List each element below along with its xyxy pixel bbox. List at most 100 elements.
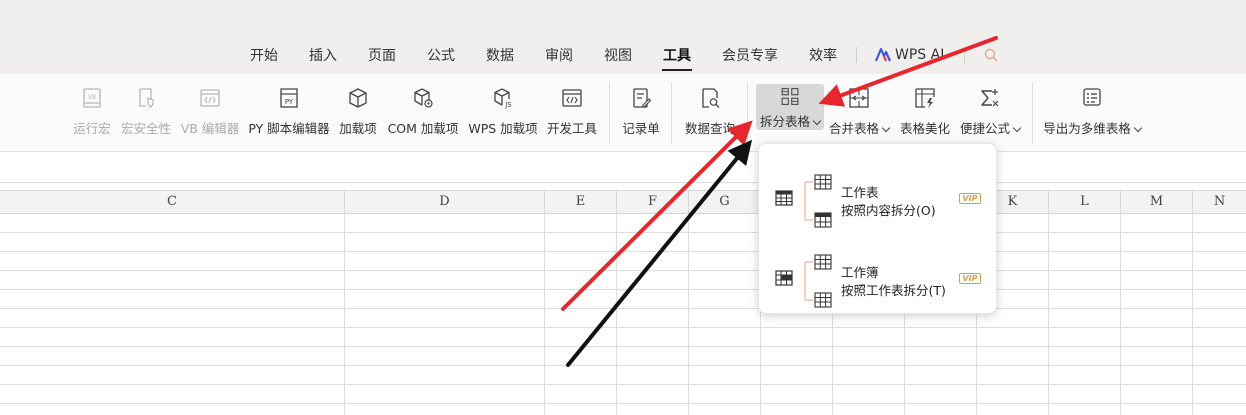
- com-addins-label: COM 加载项: [387, 121, 459, 136]
- py-editor-label: PY 脚本编辑器: [248, 121, 330, 136]
- chevron-down-icon: [1012, 123, 1022, 133]
- split-table-text: 拆分表格: [759, 114, 810, 129]
- record-form-label: 记录单: [622, 121, 660, 136]
- addins-button[interactable]: 加载项: [338, 84, 378, 146]
- menu-tabs: 开始 插入 页面 公式 数据 审阅 视图 工具 会员专享 效率 WPS AI: [250, 40, 999, 71]
- grid-line: [616, 214, 617, 415]
- record-form-button[interactable]: 记录单: [620, 84, 662, 146]
- split-by-sheet-item[interactable]: 工作簿 按照工作表拆分(T) VIP: [759, 234, 998, 308]
- tab-divider: [856, 47, 857, 63]
- split-sheet-icon: [804, 174, 832, 228]
- js-cube-icon: JS: [494, 88, 512, 109]
- chevron-down-icon: [812, 116, 822, 126]
- vip-badge: VIP: [959, 273, 981, 284]
- run-macro-label: 运行宏: [73, 121, 111, 136]
- tools-ribbon: VB 运行宏 宏安全性 VB 编辑器 PY PY 脚本编辑器 加载项 COM 加…: [0, 74, 1246, 152]
- formula-bar[interactable]: [0, 153, 1246, 183]
- grid-line: [344, 214, 345, 415]
- column-header-n[interactable]: N: [1193, 191, 1246, 213]
- title-area: 开始 插入 页面 公式 数据 审阅 视图 工具 会员专享 效率 WPS AI: [0, 0, 1246, 74]
- merge-table-label: 合并表格: [829, 118, 891, 137]
- data-query-label: 数据查询: [684, 121, 735, 136]
- split-workbook-icon: [804, 254, 832, 308]
- column-header-d[interactable]: D: [345, 191, 545, 213]
- ribbon-separator-3: [747, 82, 748, 144]
- vb-editor-label: VB 编辑器: [180, 121, 240, 136]
- tab-formula[interactable]: 公式: [427, 45, 455, 65]
- macro-security-label: 宏安全性: [121, 121, 172, 136]
- column-header-f[interactable]: F: [617, 191, 689, 213]
- chevron-down-icon: [1133, 123, 1143, 133]
- ribbon-separator-2: [671, 82, 672, 144]
- cube-icon: [349, 88, 367, 108]
- tab-view[interactable]: 视图: [604, 45, 632, 65]
- grid-line: [544, 214, 545, 415]
- column-header-row: C D E F G K L M N: [0, 190, 1246, 214]
- com-cube-icon: [414, 88, 433, 108]
- cell-grid[interactable]: [0, 214, 1246, 415]
- export-multidim-text: 导出为多维表格: [1043, 121, 1131, 136]
- svg-text:JS: JS: [504, 101, 512, 109]
- merge-table-text: 合并表格: [829, 121, 880, 136]
- column-header-e[interactable]: E: [545, 191, 617, 213]
- wps-ai-label: WPS AI: [895, 47, 945, 63]
- workbook-icon: [775, 270, 793, 286]
- grid-line: [1120, 214, 1121, 415]
- split-table-button[interactable]: 拆分表格: [756, 84, 824, 130]
- export-multidim-button[interactable]: 导出为多维表格: [1043, 84, 1143, 146]
- py-editor-button[interactable]: PY PY 脚本编辑器: [248, 84, 330, 146]
- column-header-m[interactable]: M: [1121, 191, 1193, 213]
- table-beautify-button[interactable]: 表格美化: [898, 84, 952, 146]
- split-by-sheet-title: 工作簿: [841, 265, 879, 280]
- tab-page[interactable]: 页面: [368, 45, 396, 65]
- run-macro-button[interactable]: VB 运行宏: [72, 84, 112, 146]
- macro-security-button[interactable]: 宏安全性: [121, 84, 171, 146]
- com-addins-button[interactable]: COM 加载项: [387, 84, 459, 146]
- wps-addins-label: WPS 加载项: [468, 121, 538, 136]
- split-by-content-desc: 按照内容拆分(O): [841, 203, 936, 218]
- merge-table-icon: [849, 88, 869, 108]
- tab-data[interactable]: 数据: [486, 45, 514, 65]
- search-icon[interactable]: [983, 47, 999, 63]
- data-query-button[interactable]: 数据查询: [683, 84, 737, 146]
- quick-formula-label: 便捷公式: [960, 118, 1022, 137]
- dev-tools-icon: [562, 89, 582, 107]
- macro-security-icon: [139, 88, 154, 108]
- column-header-c[interactable]: C: [0, 191, 345, 213]
- chevron-down-icon: [881, 123, 891, 133]
- vb-editor-button[interactable]: VB 编辑器: [181, 84, 239, 146]
- dev-tools-button[interactable]: 开发工具: [546, 84, 598, 146]
- split-by-content-title: 工作表: [841, 185, 879, 200]
- quick-formula-button[interactable]: 便捷公式: [960, 84, 1022, 146]
- column-header-g[interactable]: G: [689, 191, 761, 213]
- grid-line: [688, 214, 689, 415]
- py-editor-icon: PY: [280, 88, 298, 108]
- column-header-l[interactable]: L: [1049, 191, 1121, 213]
- svg-text:VB: VB: [88, 94, 96, 101]
- merge-table-button[interactable]: 合并表格: [829, 84, 891, 146]
- split-table-dropdown: 工作表 按照内容拆分(O) VIP 工作簿 按照工作表拆分(T) VIP: [758, 143, 997, 314]
- tab-home[interactable]: 开始: [250, 45, 278, 65]
- table-beautify-icon: [915, 88, 935, 108]
- ribbon-separator: [609, 82, 610, 144]
- tab-insert[interactable]: 插入: [309, 45, 337, 65]
- grid-line: [1048, 214, 1049, 415]
- tab-efficiency[interactable]: 效率: [809, 45, 837, 65]
- tab-member[interactable]: 会员专享: [722, 45, 778, 65]
- data-query-icon: [702, 88, 720, 108]
- vb-editor-icon: [200, 89, 220, 107]
- tab-tools[interactable]: 工具: [662, 45, 692, 71]
- dev-tools-label: 开发工具: [546, 121, 597, 136]
- split-by-content-item[interactable]: 工作表 按照内容拆分(O) VIP: [759, 154, 998, 228]
- tab-wps-ai[interactable]: WPS AI: [875, 47, 944, 63]
- sigma-icon: [981, 89, 999, 107]
- wps-addins-button[interactable]: JS WPS 加载项: [468, 84, 538, 146]
- split-by-sheet-desc: 按照工作表拆分(T): [841, 283, 946, 298]
- tab-review[interactable]: 审阅: [545, 45, 573, 65]
- run-macro-icon: VB: [83, 88, 101, 108]
- record-form-icon: [633, 88, 652, 108]
- export-multidim-label: 导出为多维表格: [1043, 118, 1143, 137]
- export-multidim-icon: [1083, 88, 1101, 106]
- split-table-label: 拆分表格: [759, 111, 822, 130]
- quick-formula-text: 便捷公式: [960, 121, 1011, 136]
